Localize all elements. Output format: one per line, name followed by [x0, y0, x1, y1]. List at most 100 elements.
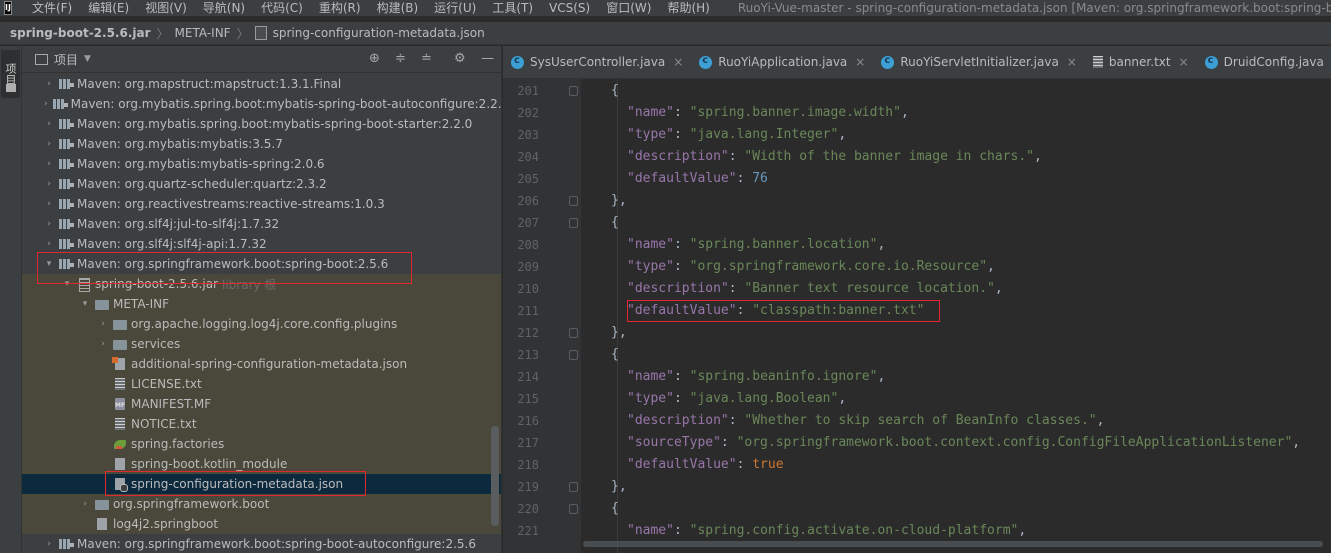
- tree-row-label: LICENSE.txt: [131, 377, 202, 391]
- menu-item[interactable]: 运行(U): [426, 1, 484, 15]
- tree-row[interactable]: › Maven: org.mybatis:mybatis:3.5.7: [22, 134, 501, 154]
- close-icon[interactable]: ×: [673, 55, 683, 69]
- menu-item[interactable]: 文件(F): [24, 1, 80, 15]
- locate-target-icon[interactable]: ⊕: [369, 52, 380, 66]
- fold-marker-icon[interactable]: [569, 218, 578, 228]
- breadcrumb-item-meta-inf[interactable]: META-INF: [171, 26, 235, 40]
- code-line: "sourceType": "org.springframework.boot.…: [627, 432, 1300, 454]
- code-token: "type": [627, 391, 674, 406]
- chevron-right-icon[interactable]: ›: [44, 139, 54, 149]
- fold-marker-icon[interactable]: [569, 350, 578, 360]
- menu-item[interactable]: 工具(T): [484, 1, 541, 15]
- project-panel-title[interactable]: 项目: [54, 51, 78, 68]
- collapse-all-icon[interactable]: ≐: [421, 52, 432, 66]
- fold-marker-icon[interactable]: [569, 196, 578, 206]
- file-icon: [94, 517, 110, 531]
- line-number: 221: [517, 524, 539, 538]
- tree-row[interactable]: › org.springframework.boot: [22, 494, 501, 514]
- tree-row[interactable]: › Maven: org.slf4j:jul-to-slf4j:1.7.32: [22, 214, 501, 234]
- code-token: ,: [994, 281, 1003, 296]
- code-line: "description": "Banner text resource loc…: [627, 278, 1003, 300]
- chevron-right-icon[interactable]: ›: [44, 159, 54, 169]
- menu-item[interactable]: 视图(V): [137, 1, 195, 15]
- fold-marker-icon[interactable]: [569, 328, 578, 338]
- editor-tab[interactable]: RuoYiServletInitializer.java ×: [873, 46, 1085, 78]
- menu-item[interactable]: VCS(S): [541, 1, 598, 15]
- editor-tab[interactable]: banner.txt ×: [1085, 46, 1197, 78]
- tree-row[interactable]: spring.factories: [22, 434, 501, 454]
- code-token: ,: [987, 259, 995, 274]
- horizontal-scrollbar[interactable]: [583, 541, 1323, 547]
- chevron-right-icon[interactable]: ›: [44, 219, 54, 229]
- tree-row[interactable]: › Maven: org.mybatis:mybatis-spring:2.0.6: [22, 154, 501, 174]
- chevron-right-icon[interactable]: ›: [44, 539, 54, 549]
- chevron-right-icon[interactable]: ›: [44, 79, 54, 89]
- close-icon[interactable]: ×: [1179, 55, 1189, 69]
- menu-item[interactable]: 窗口(W): [598, 1, 659, 15]
- tree-row[interactable]: › Maven: org.mybatis.spring.boot:mybatis-…: [22, 94, 501, 114]
- breadcrumb-item-jar[interactable]: spring-boot-2.5.6.jar: [0, 26, 155, 40]
- tree-row[interactable]: › Maven: org.springframework.boot:spring-…: [22, 534, 501, 553]
- chevron-right-icon[interactable]: ›: [44, 239, 54, 249]
- menu-item[interactable]: 导航(N): [195, 1, 253, 15]
- chevron-down-icon[interactable]: ▼: [84, 54, 91, 64]
- code-token: :: [736, 457, 753, 472]
- class-icon: [1204, 55, 1218, 69]
- tree-row[interactable]: LICENSE.txt: [22, 374, 501, 394]
- chevron-right-icon[interactable]: ›: [44, 99, 48, 109]
- code-token: },: [611, 325, 627, 340]
- code-token: ,: [900, 105, 909, 120]
- gear-icon[interactable]: ⚙: [454, 52, 466, 66]
- tree-row[interactable]: MANIFEST.MF: [22, 394, 501, 414]
- menu-item[interactable]: 编辑(E): [80, 1, 137, 15]
- tree-row[interactable]: › Maven: org.slf4j:slf4j-api:1.7.32: [22, 234, 501, 254]
- tree-row[interactable]: NOTICE.txt: [22, 414, 501, 434]
- tree-row[interactable]: › Maven: org.quartz-scheduler:quartz:2.3.…: [22, 174, 501, 194]
- editor-tab[interactable]: DruidConfig.java×: [1197, 46, 1331, 78]
- chevron-right-icon[interactable]: ›: [44, 199, 54, 209]
- code-token: ,: [1018, 523, 1027, 538]
- code-token: 76: [752, 171, 768, 186]
- close-icon[interactable]: ×: [1067, 55, 1077, 69]
- chevron-right-icon[interactable]: ›: [44, 179, 54, 189]
- code-token: true: [752, 457, 784, 472]
- editor-tab[interactable]: SysUserController.java ×: [503, 46, 691, 78]
- breadcrumb-item-file[interactable]: spring-configuration-metadata.json: [269, 26, 489, 40]
- tree-row[interactable]: › services: [22, 334, 501, 354]
- code-area[interactable]: {"name": "spring.banner.image.width", "ty…: [581, 79, 1331, 553]
- editor-tab-label: RuoYiServletInitializer.java: [900, 55, 1059, 69]
- menu-item[interactable]: 帮助(H): [659, 1, 717, 15]
- fold-marker-icon[interactable]: [569, 504, 578, 514]
- tree-row[interactable]: › Maven: org.mapstruct:mapstruct:1.3.1.Fi…: [22, 74, 501, 94]
- menu-item[interactable]: 代码(C): [253, 1, 311, 15]
- code-line: {: [611, 498, 619, 520]
- chevron-right-icon[interactable]: ›: [98, 339, 108, 349]
- close-icon[interactable]: ×: [855, 55, 865, 69]
- tree-row[interactable]: log4j2.springboot: [22, 514, 501, 534]
- json-added-icon: [112, 357, 128, 371]
- expand-all-icon[interactable]: ≑: [395, 52, 406, 66]
- chevron-right-icon[interactable]: ›: [80, 499, 90, 509]
- editor-tab[interactable]: RuoYiApplication.java ×: [691, 46, 873, 78]
- fold-marker-icon[interactable]: [569, 86, 578, 96]
- code-token: "org.springframework.boot.context.config…: [736, 435, 1293, 450]
- tree-row[interactable]: › Maven: org.reactivestreams:reactive-str…: [22, 194, 501, 214]
- scrollbar-thumb[interactable]: [491, 426, 499, 526]
- tree-row[interactable]: › org.apache.logging.log4j.core.config.pl…: [22, 314, 501, 334]
- line-number: 219: [517, 480, 539, 494]
- chevron-right-icon[interactable]: ›: [44, 119, 54, 129]
- code-token: {: [611, 215, 619, 230]
- code-token: ,: [838, 391, 847, 406]
- code-token: "name": [627, 237, 674, 252]
- class-icon: [881, 55, 895, 69]
- tree-row[interactable]: ▾ META-INF: [22, 294, 501, 314]
- chevron-down-icon[interactable]: ▾: [80, 299, 90, 309]
- line-number: 202: [517, 106, 539, 120]
- minimize-icon[interactable]: —: [481, 52, 494, 66]
- menu-item[interactable]: 重构(R): [311, 1, 369, 15]
- tree-row[interactable]: additional-spring-configuration-metadata…: [22, 354, 501, 374]
- fold-marker-icon[interactable]: [569, 482, 578, 492]
- tree-row[interactable]: › Maven: org.mybatis.spring.boot:mybatis-…: [22, 114, 501, 134]
- menu-item[interactable]: 构建(B): [369, 1, 427, 15]
- chevron-right-icon[interactable]: ›: [98, 319, 108, 329]
